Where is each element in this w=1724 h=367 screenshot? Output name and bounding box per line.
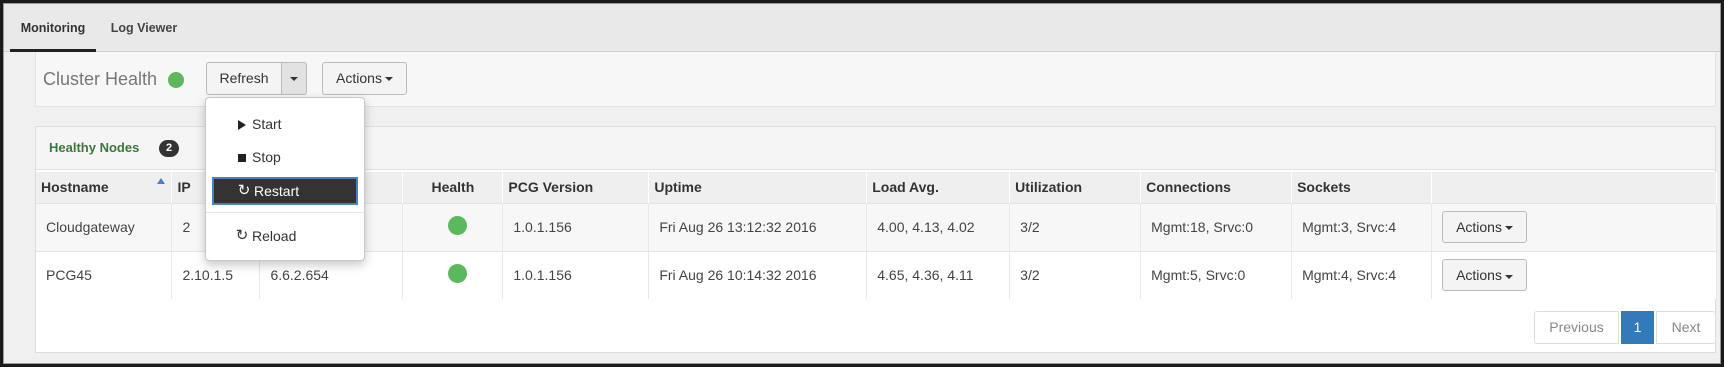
cell-connections: Mgmt:18, Srvc:0 [1140,202,1293,251]
refresh-dropdown-menu: Start Stop ↻ Restart ↻ Reload [205,97,365,261]
cell-health [402,202,504,251]
column-header-load-avg[interactable]: Load Avg. [866,172,1011,203]
column-header-connections[interactable]: Connections [1140,172,1293,203]
tab-log-viewer[interactable]: Log Viewer [104,4,184,52]
menu-item-restart[interactable]: ↻ Restart [212,177,358,205]
cell-health [402,250,504,299]
pagination-page-current[interactable]: 1 [1621,311,1654,344]
chevron-down-icon [290,77,298,81]
cluster-actions-label: Actions [336,70,382,86]
nodes-count-badge: 2 [159,140,179,157]
column-header-hostname[interactable]: Hostname [36,172,173,203]
cell-sockets: Mgmt:4, Srvc:4 [1291,250,1433,299]
nodes-title: Healthy Nodes [49,140,140,155]
cell-pcg-version: 1.0.1.156 [502,250,650,299]
column-header-actions [1431,172,1717,203]
column-header-utilization[interactable]: Utilization [1009,172,1142,203]
menu-item-reload[interactable]: ↻ Reload [212,222,358,250]
cell-actions: Actions [1431,250,1717,299]
cell-hostname: PCG45 [36,250,173,299]
restart-icon: ↻ [237,182,251,199]
play-icon [235,110,249,138]
chevron-down-icon [384,77,393,82]
menu-item-stop[interactable]: Stop [212,143,358,171]
refresh-button[interactable]: Refresh [206,62,282,95]
column-header-uptime[interactable]: Uptime [648,172,868,203]
menu-item-start[interactable]: Start [212,110,358,138]
chevron-down-icon [1504,274,1513,279]
cell-pcg-version: 1.0.1.156 [502,202,650,251]
cell-sockets: Mgmt:3, Srvc:4 [1291,202,1433,251]
cell-hostname: Cloudgateway [36,202,173,251]
cell-actions: Actions [1431,202,1717,251]
tab-monitoring[interactable]: Monitoring [10,4,96,52]
health-status-icon [448,264,468,284]
tab-bar: Monitoring Log Viewer [4,4,1720,52]
cluster-health-title: Cluster Health [43,69,158,89]
cell-connections: Mgmt:5, Srvc:0 [1140,250,1293,299]
chevron-down-icon [1504,226,1513,231]
cell-uptime: Fri Aug 26 13:12:32 2016 [648,202,868,251]
health-status-icon [448,216,468,235]
app-window: Monitoring Log Viewer Cluster Health Ref… [3,3,1721,364]
cluster-status-icon [168,72,184,88]
cell-load-avg: 4.00, 4.13, 4.02 [866,202,1011,251]
row-actions-button[interactable]: Actions [1442,259,1528,292]
row-actions-button[interactable]: Actions [1442,211,1528,243]
cell-uptime: Fri Aug 26 10:14:32 2016 [648,250,868,299]
cell-load-avg: 4.65, 4.36, 4.11 [866,250,1011,299]
column-header-pcg-version[interactable]: PCG Version [502,172,650,203]
menu-divider [206,212,364,213]
stop-icon [235,143,249,171]
refresh-dropdown-toggle[interactable] [281,62,307,95]
cell-utilization: 3/2 [1009,250,1142,299]
sort-ascending-icon[interactable] [157,178,166,184]
pagination-previous[interactable]: Previous [1534,311,1619,344]
cluster-actions-button[interactable]: Actions [322,62,407,95]
column-header-health[interactable]: Health [402,172,504,203]
pagination-next[interactable]: Next [1656,311,1716,344]
column-header-sockets[interactable]: Sockets [1291,172,1433,203]
reload-icon: ↻ [235,227,249,244]
cell-utilization: 3/2 [1009,202,1142,251]
